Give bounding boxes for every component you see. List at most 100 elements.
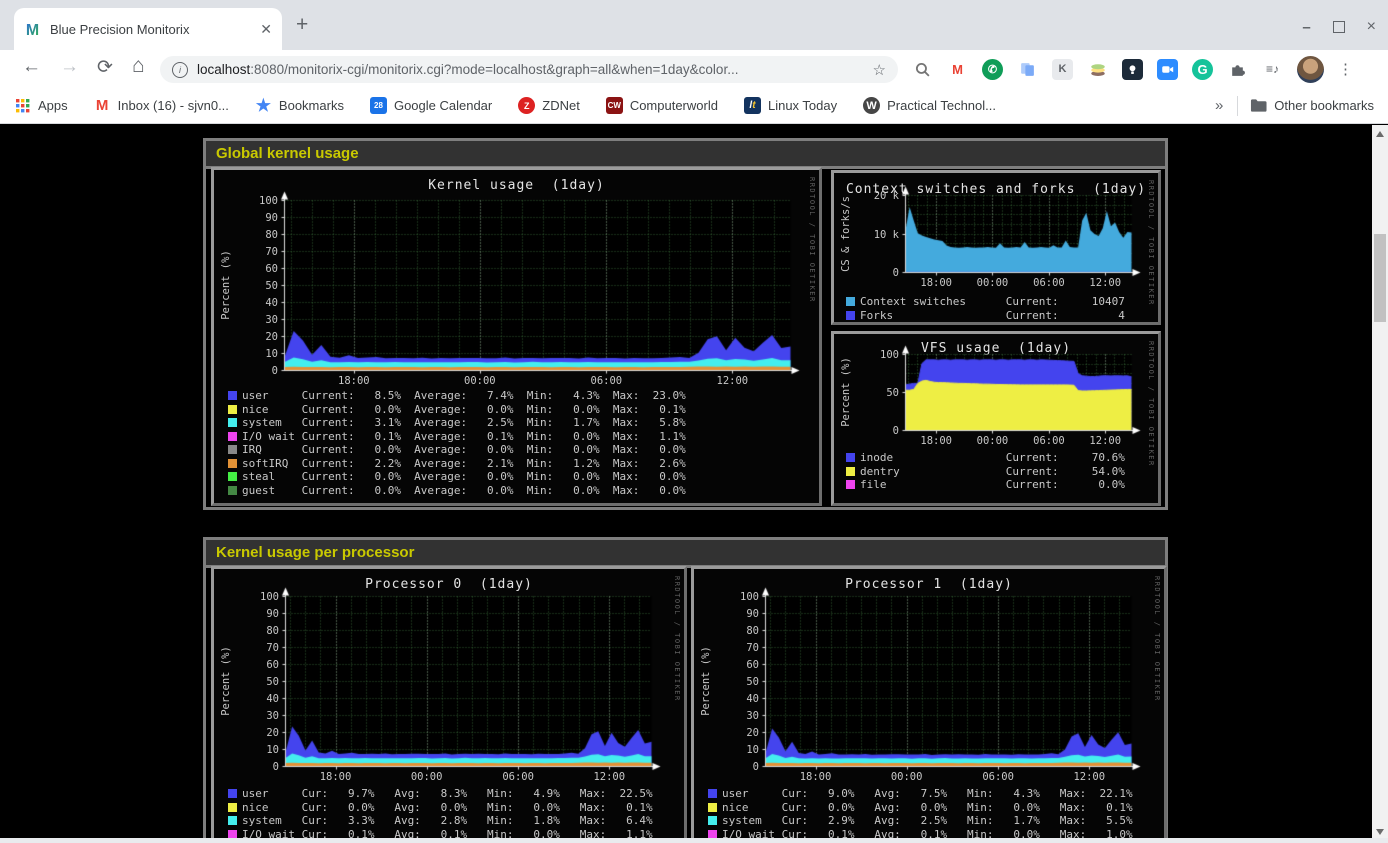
graph-panel-kernel: Kernel usage (1day)Percent (%)RRDTOOL / …: [211, 167, 822, 506]
legend-text: nice Current: 0.0% Average: 0.0% Min: 0.…: [242, 403, 686, 416]
legend-row-system: system Cur: 2.9% Avg: 2.5% Min: 1.7% Max…: [708, 814, 1133, 827]
legend-swatch: [228, 472, 237, 481]
zdnet-bookmark-icon: Z: [518, 97, 535, 114]
legend-swatch: [228, 418, 237, 427]
bookmark-item[interactable]: ltLinux Today: [744, 97, 837, 114]
y-tick-label: 30: [244, 314, 278, 326]
menu-kebab-icon[interactable]: ⋮: [1338, 60, 1353, 78]
y-tick-label: 10 k: [865, 229, 899, 241]
y-tick-label: 30: [245, 710, 279, 722]
back-icon[interactable]: ←: [22, 56, 41, 78]
bookmark-item[interactable]: CWComputerworld: [606, 97, 718, 114]
legend-row-nice: nice Current: 0.0% Average: 0.0% Min: 0.…: [228, 403, 686, 416]
y-tick-label: 90: [245, 608, 279, 620]
bookmark-label: Bookmarks: [279, 98, 344, 113]
maximize-button[interactable]: [1333, 21, 1345, 33]
gray-badge-extension-icon[interactable]: K: [1052, 59, 1073, 80]
search-extension-icon[interactable]: [912, 59, 933, 80]
scrollbar-down-icon[interactable]: [1376, 829, 1384, 835]
media-playlist-icon[interactable]: ≡♪: [1262, 59, 1283, 80]
legend-row-user: user Current: 8.5% Average: 7.4% Min: 4.…: [228, 389, 686, 402]
bookmark-label: Google Calendar: [394, 98, 492, 113]
other-bookmarks-button[interactable]: Other bookmarks: [1250, 98, 1374, 113]
minimize-button[interactable]: –: [1302, 19, 1310, 36]
bookmark-label: Computerworld: [630, 98, 718, 113]
x-tick-label: 18:00: [914, 277, 958, 289]
browser-tab[interactable]: M Blue Precision Monitorix ✕: [14, 8, 282, 50]
scrollbar-up-icon[interactable]: [1376, 131, 1384, 137]
chart-canvas-cs[interactable]: [899, 185, 1145, 278]
forward-icon[interactable]: →: [60, 56, 79, 78]
close-button[interactable]: ×: [1367, 18, 1376, 36]
legend-row-nice: nice Cur: 0.0% Avg: 0.0% Min: 0.0% Max: …: [228, 801, 653, 814]
wp-bookmark-icon: W: [863, 97, 880, 114]
x-tick-label: 00:00: [885, 771, 929, 783]
stack-extension-icon[interactable]: [1087, 59, 1108, 80]
grammarly-extension-icon[interactable]: G: [1192, 59, 1213, 80]
y-tick-label: 100: [865, 349, 899, 361]
chart-canvas-kernel[interactable]: [278, 190, 804, 376]
y-tick-label: 0: [725, 761, 759, 773]
profile-avatar[interactable]: [1297, 56, 1324, 83]
monitorix-page: Global kernel usage Kernel usage per pro…: [0, 125, 1388, 843]
voice-extension-icon[interactable]: ✆: [982, 59, 1003, 80]
extensions-puzzle-icon[interactable]: [1227, 59, 1248, 80]
url-text[interactable]: localhost:8080/monitorix-cgi/monitorix.c…: [197, 62, 865, 77]
bookmark-item[interactable]: ZZDNet: [518, 97, 580, 114]
legend-text: file Current: 0.0%: [860, 478, 1125, 491]
bookmark-item[interactable]: Apps: [14, 97, 68, 114]
y-tick-label: 20 k: [865, 190, 899, 202]
x-tick-label: 06:00: [976, 771, 1020, 783]
y-tick-label: 20: [245, 727, 279, 739]
legend-row-softirq: softIRQ Current: 2.2% Average: 2.1% Min:…: [228, 457, 686, 470]
graph-panel-vfs: VFS usage (1day)Percent (%)RRDTOOL / TOB…: [831, 331, 1161, 506]
y-tick-label: 20: [244, 331, 278, 343]
legend-swatch: [708, 816, 717, 825]
bookmark-item[interactable]: ★Bookmarks: [255, 97, 344, 114]
page-scrollbar[interactable]: [1372, 125, 1388, 843]
site-info-icon[interactable]: i: [172, 62, 188, 78]
y-tick-label: 50: [244, 280, 278, 292]
x-tick-label: 18:00: [914, 435, 958, 447]
y-tick-label: 80: [244, 229, 278, 241]
window-bottom-edge: [0, 838, 1388, 843]
legend-row-i-o-wait: I/O wait Current: 0.1% Average: 0.1% Min…: [228, 430, 686, 443]
chart-canvas-proc1[interactable]: [759, 586, 1145, 772]
camera-extension-icon[interactable]: [1157, 59, 1178, 80]
rrdtool-watermark: RRDTOOL / TOBI OETIKER: [673, 576, 681, 702]
tab-close-icon[interactable]: ✕: [260, 21, 272, 38]
chart-ylabel: Percent (%): [220, 250, 232, 320]
scrollbar-thumb[interactable]: [1374, 234, 1386, 322]
legend-swatch: [228, 459, 237, 468]
y-tick-label: 90: [725, 608, 759, 620]
address-bar[interactable]: i localhost:8080/monitorix-cgi/monitorix…: [160, 56, 898, 83]
home-icon[interactable]: ⌂: [132, 54, 145, 78]
legend-swatch: [846, 311, 855, 320]
legend-swatch: [708, 789, 717, 798]
legend-text: user Cur: 9.7% Avg: 8.3% Min: 4.9% Max: …: [242, 787, 653, 800]
legend-text: system Cur: 3.3% Avg: 2.8% Min: 1.8% Max…: [242, 814, 653, 827]
bookmark-star-icon[interactable]: ☆: [873, 61, 886, 79]
legend-text: nice Cur: 0.0% Avg: 0.0% Min: 0.0% Max: …: [242, 801, 653, 814]
chart-canvas-proc0[interactable]: [279, 586, 665, 772]
reload-icon[interactable]: ⟳: [97, 56, 113, 79]
legend-row-forks: Forks Current: 4: [846, 309, 1125, 322]
legend-row-file: file Current: 0.0%: [846, 478, 1125, 491]
chart-canvas-vfs[interactable]: [899, 344, 1145, 436]
legend-swatch: [846, 297, 855, 306]
copy-pages-extension-icon[interactable]: [1017, 59, 1038, 80]
lamp-extension-icon[interactable]: [1122, 59, 1143, 80]
x-tick-label: 06:00: [584, 375, 628, 387]
legend-text: IRQ Current: 0.0% Average: 0.0% Min: 0.0…: [242, 443, 686, 456]
rrdtool-watermark: RRDTOOL / TOBI OETIKER: [1147, 341, 1155, 467]
bookmarks-overflow-icon[interactable]: »: [1215, 97, 1223, 114]
legend-text: nice Cur: 0.0% Avg: 0.0% Min: 0.0% Max: …: [722, 801, 1133, 814]
legend-row-user: user Cur: 9.0% Avg: 7.5% Min: 4.3% Max: …: [708, 787, 1133, 800]
new-tab-button[interactable]: +: [296, 15, 308, 35]
gmail-extension-icon[interactable]: M: [947, 59, 968, 80]
legend-text: Context switches Current: 10407: [860, 295, 1125, 308]
y-tick-label: 10: [245, 744, 279, 756]
bookmark-item[interactable]: 28Google Calendar: [370, 97, 492, 114]
bookmark-item[interactable]: WPractical Technol...: [863, 97, 996, 114]
bookmark-item[interactable]: MInbox (16) - sjvn0...: [94, 97, 229, 114]
